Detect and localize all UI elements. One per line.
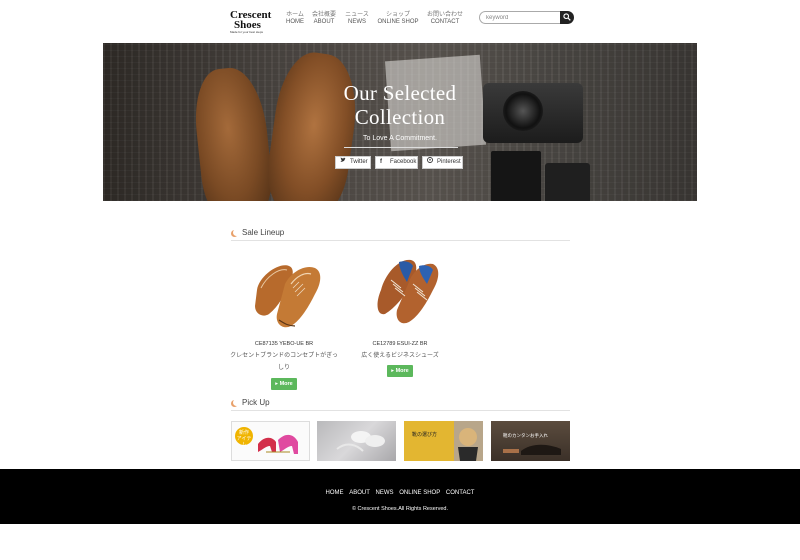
pickup-banner-how-to-choose[interactable]: 靴の選び方 bbox=[404, 421, 483, 461]
nav-item-en: ONLINE SHOP bbox=[377, 19, 419, 25]
nav-item-jp: ニュース bbox=[345, 12, 369, 18]
hero-title-line: Collection bbox=[354, 105, 446, 129]
nav-item-online-shop[interactable]: ショップ ONLINE SHOP bbox=[377, 12, 419, 26]
twitter-icon bbox=[340, 157, 346, 168]
hero-banner: Our Selected Collection To Love A Commit… bbox=[103, 43, 697, 201]
share-label: Facebook bbox=[390, 159, 417, 165]
footer-link-home[interactable]: HOME bbox=[326, 490, 344, 496]
brand-logo[interactable]: Crescent Shoes Made for your best steps bbox=[230, 10, 272, 35]
section-title: Pick Up bbox=[242, 398, 270, 407]
hero-phone-image bbox=[545, 163, 590, 201]
search-box bbox=[479, 11, 574, 24]
facebook-icon: f bbox=[380, 159, 382, 165]
nav-item-home[interactable]: ホーム HOME bbox=[284, 12, 306, 26]
nav-item-news[interactable]: ニュース NEWS bbox=[344, 12, 370, 26]
nav-item-about[interactable]: 会社概要 ABOUT bbox=[312, 12, 336, 26]
nav-item-jp: お問い合わせ bbox=[426, 12, 463, 18]
twitter-share-button[interactable]: Twitter bbox=[335, 156, 371, 169]
pickup-banner-new-items[interactable]: 新作 アイテム bbox=[231, 421, 310, 461]
hero-subtitle: To Love A Commitment. bbox=[363, 135, 437, 142]
dog-image bbox=[454, 421, 483, 461]
product-description: 広く使えるビジネスシューズ bbox=[361, 353, 439, 359]
copyright-text: © Crescent Shoes.All Rights Reserved. bbox=[351, 506, 449, 512]
more-button[interactable]: ▸ More bbox=[387, 365, 413, 377]
more-button[interactable]: ▸ More bbox=[271, 378, 297, 390]
sale-lineup-heading: Sale Lineup bbox=[231, 228, 570, 241]
share-label: Pinterest bbox=[437, 159, 461, 165]
nav-item-jp: 会社概要 bbox=[312, 12, 337, 18]
hero-title: Our Selected Collection bbox=[290, 81, 510, 129]
search-button[interactable] bbox=[560, 11, 574, 24]
hero-notebook-image bbox=[491, 151, 541, 201]
product-code: CE87135 YEBO-UE BR bbox=[254, 341, 314, 347]
nav-item-contact[interactable]: お問い合わせ CONTACT bbox=[426, 12, 464, 26]
nav-item-en: HOME bbox=[286, 19, 304, 25]
pickup-banner-shoe-care[interactable]: 靴のカンタンお手入れ bbox=[491, 421, 570, 461]
site-header: Crescent Shoes Made for your best steps … bbox=[0, 0, 800, 42]
product-code: CE12789 ESUI-ZZ BR bbox=[372, 341, 428, 347]
more-label: More bbox=[395, 368, 409, 374]
facebook-share-button[interactable]: f Facebook bbox=[375, 156, 418, 169]
search-icon bbox=[563, 13, 571, 21]
footer-nav: HOME ABOUT NEWS ONLINE SHOP CONTACT bbox=[0, 490, 800, 496]
hero-boot-image bbox=[190, 64, 276, 201]
crescent-icon bbox=[231, 400, 238, 407]
pinterest-icon bbox=[427, 157, 433, 168]
product-image[interactable] bbox=[239, 254, 329, 334]
brown-oxford-shoe-image bbox=[255, 265, 321, 328]
white-shoes-image bbox=[336, 431, 385, 452]
brown-dress-shoe-image bbox=[377, 259, 439, 324]
footer-link-contact[interactable]: CONTACT bbox=[446, 490, 475, 496]
footer-link-about[interactable]: ABOUT bbox=[349, 490, 370, 496]
product-card: CE12789 ESUI-ZZ BR 広く使えるビジネスシューズ ▸ More bbox=[340, 254, 460, 394]
product-description: クレセントブランドのコンセプトがぎっ bbox=[230, 353, 338, 359]
brand-name-line2: Shoes bbox=[234, 19, 261, 31]
more-label: More bbox=[279, 381, 293, 387]
footer-link-online-shop[interactable]: ONLINE SHOP bbox=[399, 490, 440, 496]
share-label: Twitter bbox=[350, 159, 368, 165]
section-title: Sale Lineup bbox=[242, 228, 285, 237]
shoe-care-image bbox=[503, 444, 561, 455]
footer-link-news[interactable]: NEWS bbox=[376, 490, 394, 496]
brand-tagline: Made for your best steps bbox=[230, 30, 264, 34]
nav-item-en: NEWS bbox=[348, 19, 366, 25]
crescent-icon bbox=[231, 230, 238, 237]
nav-item-jp: ホーム bbox=[286, 12, 304, 18]
nav-item-en: ABOUT bbox=[313, 19, 335, 25]
nav-item-jp: ショップ bbox=[385, 12, 410, 18]
pinterest-share-button[interactable]: Pinterest bbox=[422, 156, 463, 169]
product-description: しり bbox=[277, 365, 290, 371]
hero-divider bbox=[344, 147, 458, 148]
hero-title-line: Our Selected bbox=[343, 81, 457, 105]
product-image[interactable] bbox=[355, 254, 445, 334]
heels-image bbox=[258, 434, 298, 454]
pickup-banner-white-shoes[interactable] bbox=[317, 421, 396, 461]
product-card: CE87135 YEBO-UE BR クレセントブランドのコンセプトがぎっ しり… bbox=[224, 254, 344, 394]
nav-item-en: CONTACT bbox=[430, 19, 460, 25]
search-input[interactable] bbox=[479, 11, 561, 24]
site-footer: HOME ABOUT NEWS ONLINE SHOP CONTACT © Cr… bbox=[0, 469, 800, 524]
pick-up-heading: Pick Up bbox=[231, 398, 570, 411]
